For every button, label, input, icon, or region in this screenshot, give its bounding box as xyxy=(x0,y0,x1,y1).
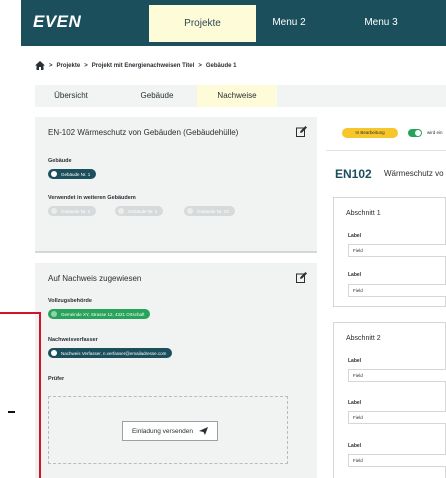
nav-item-projekte[interactable]: Projekte xyxy=(149,5,256,42)
edit-icon[interactable] xyxy=(296,126,307,137)
author-label: Nachweisverfasser xyxy=(48,337,98,343)
field-label: Label xyxy=(348,400,362,406)
authority-label: Vollzugsbehörde xyxy=(48,298,92,304)
edit-icon[interactable] xyxy=(296,272,307,283)
used-in-label: Verwendet in weiteren Gebäudem xyxy=(48,195,136,201)
breadcrumb-item-project[interactable]: Projekt mit Energienachweisen Titel xyxy=(92,63,195,69)
annotation-line xyxy=(0,312,41,314)
assignment-card: Auf Nachweis zugewiesen Vollzugsbehörde … xyxy=(35,263,317,478)
text-field[interactable]: Field xyxy=(348,244,446,257)
invite-dropzone: Einladung versenden xyxy=(48,396,288,464)
section-1: Abschnitt 1 Label Field Label Field xyxy=(333,197,446,307)
used-in-pill[interactable]: Gebäude Nr. 3 xyxy=(115,206,164,216)
building-icon xyxy=(51,208,57,214)
field-label: Label xyxy=(348,272,362,278)
building-icon xyxy=(118,208,124,214)
header-divider xyxy=(326,150,446,151)
annotation-dash xyxy=(8,411,15,413)
card-divider xyxy=(35,251,317,253)
top-navigation-bar: EVEN Projekte Menu 2 Menu 3 xyxy=(21,0,446,46)
sub-tabs: Übersicht Gebäude Nachweise xyxy=(35,85,446,107)
field-label: Label xyxy=(348,443,362,449)
field-label: Label xyxy=(348,358,362,364)
nav-item-menu-3[interactable]: Menu 3 xyxy=(356,0,406,46)
authority-pill-label: Gemeinde XY, Strasse 12, 4321 Ortschaft xyxy=(61,311,145,317)
breadcrumb: > Projekte > Projekt mit Energienachweis… xyxy=(35,61,237,70)
section-2: Abschnitt 2 Label Field Label Field Labe… xyxy=(333,322,446,478)
card-title: EN-102 Wärmeschutz von Gebäuden (Gebäude… xyxy=(48,128,239,137)
text-field[interactable]: Field xyxy=(348,369,446,382)
send-invitation-button[interactable]: Einladung versenden xyxy=(122,421,218,441)
author-pill[interactable]: Nachweis Verfasser, n.verfasser@emailadr… xyxy=(48,348,173,358)
building-icon xyxy=(187,208,193,214)
breadcrumb-separator: > xyxy=(49,62,53,69)
section-title: Abschnitt 1 xyxy=(346,210,381,217)
building-icon xyxy=(51,311,57,317)
status-toggle[interactable] xyxy=(408,129,422,137)
nav-item-menu-2[interactable]: Menu 2 xyxy=(264,0,314,46)
used-in-pill[interactable]: Gebäude Nr. 2 xyxy=(48,206,97,216)
toggle-label: wird ein xyxy=(427,130,443,135)
used-in-pill[interactable]: Gebäude Nr. 33 xyxy=(184,206,235,216)
used-in-pill-label: Gebäude Nr. 2 xyxy=(61,208,91,214)
text-field[interactable]: Field xyxy=(348,284,446,297)
tab-gebaeude[interactable]: Gebäude xyxy=(127,85,187,107)
tab-uebersicht[interactable]: Übersicht xyxy=(35,85,107,107)
proof-code: EN102 xyxy=(335,167,372,181)
field-label: Label xyxy=(348,233,362,239)
checker-label: Prüfer xyxy=(48,376,65,382)
annotation-line xyxy=(39,312,41,478)
breadcrumb-item-projekte[interactable]: Projekte xyxy=(57,63,81,69)
used-in-pill-label: Gebäude Nr. 33 xyxy=(197,208,229,214)
proof-info-card: EN-102 Wärmeschutz von Gebäuden (Gebäude… xyxy=(35,117,317,251)
person-icon xyxy=(51,350,57,356)
tab-nachweise[interactable]: Nachweise xyxy=(197,85,277,107)
section-title: Abschnitt 2 xyxy=(346,335,381,342)
app-logo[interactable]: EVEN xyxy=(33,12,81,32)
text-field[interactable]: Field xyxy=(348,411,446,424)
building-label: Gebäude xyxy=(48,158,72,164)
proof-title: Wärmeschutz vo xyxy=(384,169,444,178)
breadcrumb-separator: > xyxy=(84,62,88,69)
breadcrumb-separator: > xyxy=(198,62,202,69)
send-icon xyxy=(199,427,209,435)
used-in-pill-label: Gebäude Nr. 3 xyxy=(128,208,158,214)
home-icon[interactable] xyxy=(35,61,45,70)
card-title: Auf Nachweis zugewiesen xyxy=(48,274,142,283)
text-field[interactable]: Field xyxy=(348,454,446,467)
breadcrumb-item-building[interactable]: Gebäude 1 xyxy=(206,63,237,69)
building-pill[interactable]: Gebäude Nr. 1 xyxy=(48,169,97,179)
author-pill-label: Nachweis Verfasser, n.verfasser@emailadr… xyxy=(61,350,167,356)
send-invitation-label: Einladung versenden xyxy=(131,427,194,435)
building-pill-label: Gebäude Nr. 1 xyxy=(61,171,91,177)
building-icon xyxy=(51,171,57,177)
authority-pill[interactable]: Gemeinde XY, Strasse 12, 4321 Ortschaft xyxy=(48,309,151,319)
status-badge: In Bearbeitung xyxy=(342,128,398,138)
